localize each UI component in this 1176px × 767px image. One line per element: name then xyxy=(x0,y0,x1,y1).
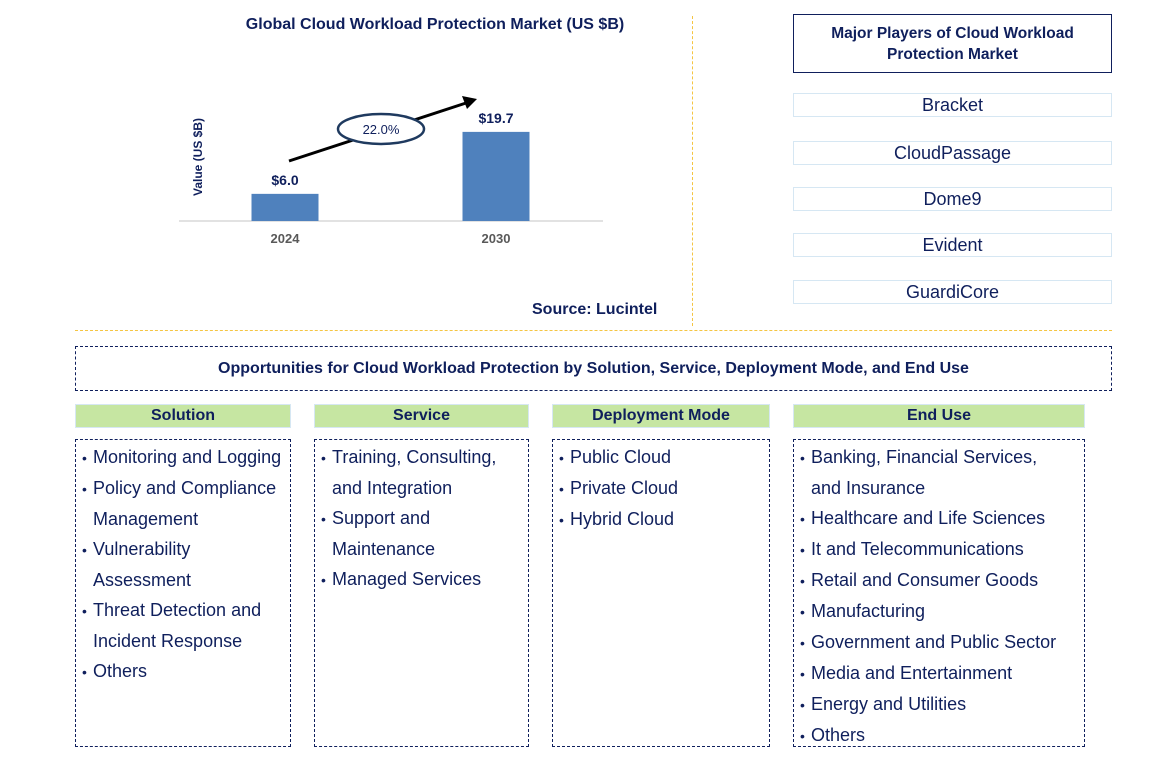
bullet-icon: • xyxy=(82,450,87,466)
segment-item: Assessment xyxy=(93,570,192,590)
bullet-icon: • xyxy=(321,572,326,588)
bullet-icon: • xyxy=(800,728,805,744)
segment-item: • Media and Entertainment xyxy=(798,658,1084,689)
segment-item: Incident Response xyxy=(93,631,243,651)
bullet-icon: • xyxy=(800,573,805,589)
segment-item: and Insurance xyxy=(811,478,926,498)
segment-item: • Others xyxy=(80,656,290,687)
segment-item: • Managed Services xyxy=(319,564,528,595)
vertical-divider xyxy=(692,16,693,326)
bar-2024 xyxy=(251,193,319,221)
source-label: Source: Lucintel xyxy=(532,301,658,318)
segment-item: • Policy and Compliance xyxy=(80,473,290,504)
bullet-icon: • xyxy=(321,450,326,466)
x-tick-label-2024: 2024 xyxy=(271,231,301,246)
segment-header: Deployment Mode xyxy=(552,404,770,428)
segment-item: • Government and Public Sector xyxy=(798,627,1084,658)
segment-item: and Integration xyxy=(332,478,453,498)
bullet-icon: • xyxy=(321,511,326,527)
segment-item: • Hybrid Cloud xyxy=(557,504,769,535)
segment-item: • Monitoring and Logging xyxy=(80,442,290,473)
bullet-icon: • xyxy=(800,666,805,682)
segment-item: • Manufacturing xyxy=(798,596,1084,627)
opportunities-title: Opportunities for Cloud Workload Protect… xyxy=(75,346,1112,391)
bullet-icon: • xyxy=(559,481,564,497)
segment-header: End Use xyxy=(793,404,1085,428)
player-item: CloudPassage xyxy=(793,141,1112,165)
players-title: Major Players of Cloud Workload Protecti… xyxy=(793,14,1112,73)
bullet-icon: • xyxy=(559,450,564,466)
segment-item: • Support and xyxy=(319,503,528,534)
bullet-icon: • xyxy=(559,512,564,528)
segment-item: • Retail and Consumer Goods xyxy=(798,565,1084,596)
segment-list: • Monitoring and Logging • Policy and Compl… xyxy=(75,439,291,747)
segment-item: • Others xyxy=(798,720,1084,751)
player-item: GuardiCore xyxy=(793,280,1112,304)
cagr-label: 22.0% xyxy=(363,122,400,137)
player-item: Bracket xyxy=(793,93,1112,117)
player-item: Evident xyxy=(793,233,1112,257)
bullet-icon: • xyxy=(800,511,805,527)
segment-item: • Healthcare and Life Sciences xyxy=(798,503,1084,534)
bullet-icon: • xyxy=(82,542,87,558)
segment-list: • Banking, Financial Services, and Insuran… xyxy=(793,439,1085,747)
segment-item: • Vulnerability xyxy=(80,534,290,565)
growth-annotation: 22.0% xyxy=(288,96,477,163)
segment-item: • Public Cloud xyxy=(557,442,769,473)
bullet-icon: • xyxy=(800,604,805,620)
bullet-icon: • xyxy=(800,697,805,713)
segment-item: • Banking, Financial Services, xyxy=(798,442,1084,473)
segment-item: • It and Telecommunications xyxy=(798,534,1084,565)
x-tick-label-2030: 2030 xyxy=(482,231,511,246)
data-label-2030: $19.7 xyxy=(478,110,513,126)
segment-list: • Training, Consulting, and Integration • Su… xyxy=(314,439,529,747)
bullet-icon: • xyxy=(800,635,805,651)
segment-item: • Energy and Utilities xyxy=(798,689,1084,720)
segment-item: • Threat Detection and xyxy=(80,595,290,626)
segment-item: • Training, Consulting, xyxy=(319,442,528,473)
bullet-icon: • xyxy=(82,603,87,619)
segment-item: Maintenance xyxy=(332,539,436,559)
segment-header: Solution xyxy=(75,404,291,428)
bar-2030 xyxy=(462,131,530,221)
segment-item: • Private Cloud xyxy=(557,473,769,504)
y-axis-label: Value (US $B) xyxy=(191,118,205,196)
segment-header: Service xyxy=(314,404,529,428)
bullet-icon: • xyxy=(800,542,805,558)
horizontal-divider xyxy=(75,330,1112,331)
bar-chart: Value (US $B) $6.0 2024 $19.7 2030 22.0% xyxy=(179,96,603,246)
bullet-icon: • xyxy=(800,450,805,466)
data-label-2024: $6.0 xyxy=(271,172,298,188)
player-item: Dome9 xyxy=(793,187,1112,211)
bullet-icon: • xyxy=(82,481,87,497)
segment-list: • Public Cloud • Private Cloud • Hybrid Cloud xyxy=(552,439,770,747)
segment-item: Management xyxy=(93,509,199,529)
bullet-icon: • xyxy=(82,664,87,680)
